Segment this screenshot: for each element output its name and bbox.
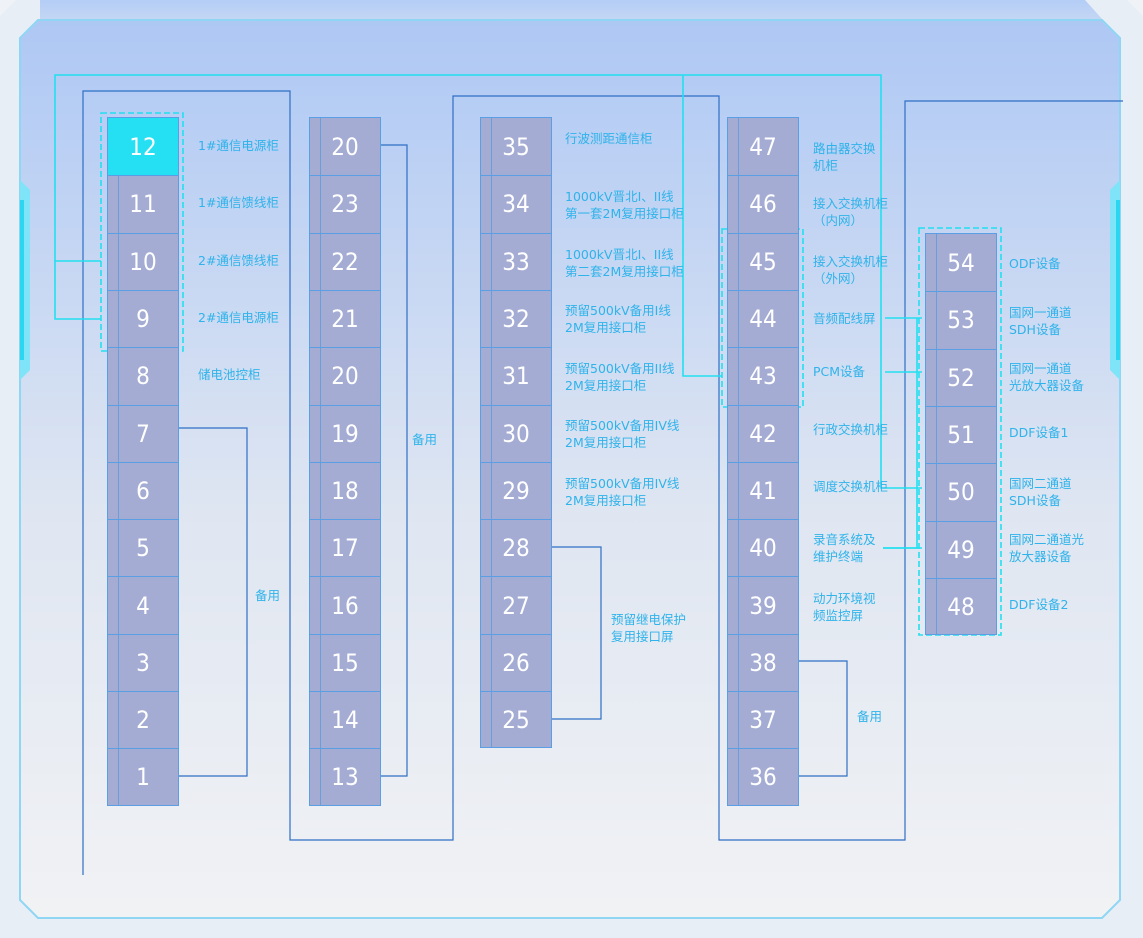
label-c4-3: 音频配线屏	[813, 311, 876, 326]
cabinet-cell-50[interactable]: 50	[926, 463, 996, 520]
label-c4-6: 调度交换机柜	[813, 479, 889, 494]
cabinet-cell-54[interactable]: 54	[926, 234, 996, 291]
cabinet-cell-3[interactable]: 3	[108, 633, 178, 691]
cabinet-cell-6[interactable]: 6	[108, 461, 178, 519]
label-c5-1: 国网一通道 SDH设备	[1009, 305, 1072, 337]
label-c3-group: 预留继电保护 复用接口屏	[611, 612, 687, 644]
cabinet-cell-40[interactable]: 40	[728, 519, 798, 576]
label-c5-3: DDF设备1	[1009, 425, 1069, 440]
cabinet-cell-52[interactable]: 52	[926, 348, 996, 406]
cabinet-column-c4: 47 46 45 44 43 42 41 40 39 38 37 36	[727, 117, 799, 806]
cabinet-cell-51[interactable]: 51	[926, 405, 996, 463]
cabinet-cell-44[interactable]: 44	[728, 289, 798, 347]
cabinet-cell-9[interactable]: 9	[108, 289, 178, 347]
label-c5-0: ODF设备	[1009, 256, 1061, 271]
cabinet-cell-31[interactable]: 31	[481, 347, 551, 404]
cabinet-cell-28[interactable]: 28	[481, 519, 551, 576]
label-c5-4: 国网二通道 SDH设备	[1009, 476, 1072, 508]
label-c5-6: DDF设备2	[1009, 597, 1069, 612]
cabinet-cell-17[interactable]: 17	[310, 519, 380, 576]
cabinet-cell-19[interactable]: 19	[310, 404, 380, 462]
cabinet-cell-36[interactable]: 36	[728, 748, 798, 805]
label-c3-1: 1000kV晋北I、II线 第一套2M复用接口柜	[565, 189, 684, 221]
cabinet-cell-43[interactable]: 43	[728, 347, 798, 404]
cabinet-cell-37[interactable]: 37	[728, 691, 798, 748]
cabinet-cell-2[interactable]: 2	[108, 691, 178, 748]
cabinet-cell-49[interactable]: 49	[926, 520, 996, 578]
cabinet-cell-29[interactable]: 29	[481, 461, 551, 519]
cabinet-cell-38[interactable]: 38	[728, 633, 798, 691]
label-c2-spare: 备用	[412, 432, 438, 447]
cabinet-cell-20[interactable]: 20	[310, 118, 380, 175]
cabinet-cell-53[interactable]: 53	[926, 291, 996, 348]
cabinet-cell-35[interactable]: 35	[481, 118, 551, 175]
cabinet-cell-25[interactable]: 25	[481, 691, 551, 748]
cabinet-layout-diagram: 12 11 10 9 8 7 6 5 4 3 2 1 20 23 22 21 20 19 18 17 16 15 14 13 3…	[0, 0, 1143, 938]
cabinet-cell-39[interactable]: 39	[728, 576, 798, 633]
label-c4-7: 录音系统及 维护终端	[813, 532, 876, 564]
cabinet-cell-13[interactable]: 13	[310, 748, 380, 805]
cabinet-cell-33[interactable]: 33	[481, 232, 551, 290]
cabinet-cell-11[interactable]: 11	[108, 175, 178, 232]
cabinet-cell-32[interactable]: 32	[481, 289, 551, 347]
cabinet-cell-10[interactable]: 10	[108, 232, 178, 290]
cabinet-cell-42[interactable]: 42	[728, 404, 798, 462]
cabinet-cell-26[interactable]: 26	[481, 633, 551, 691]
cabinet-column-c1: 12 11 10 9 8 7 6 5 4 3 2 1	[107, 117, 179, 806]
cabinet-cell-7[interactable]: 7	[108, 404, 178, 462]
label-c1-2: 2#通信馈线柜	[198, 252, 279, 268]
label-c1-1: 1#通信馈线柜	[198, 195, 279, 211]
cabinet-cell-12[interactable]: 12	[108, 118, 178, 176]
cabinet-column-c3: 35 34 33 32 31 30 29 28 27 26 25	[480, 117, 552, 749]
label-c3-4: 预留500kV备用II线 2M复用接口柜	[565, 361, 675, 393]
label-c1-4: 储电池控柜	[198, 367, 261, 383]
cabinet-cell-20[interactable]: 20	[310, 347, 380, 404]
label-c3-2: 1000kV晋北I、II线 第二套2M复用接口柜	[565, 247, 684, 279]
cabinet-cell-16[interactable]: 16	[310, 576, 380, 633]
cabinet-cell-46[interactable]: 46	[728, 175, 798, 232]
label-c3-5: 预留500kV备用IV线 2M复用接口柜	[565, 418, 680, 450]
cabinet-cell-15[interactable]: 15	[310, 633, 380, 691]
cabinet-cell-18[interactable]: 18	[310, 461, 380, 519]
label-c3-3: 预留500kV备用I线 2M复用接口柜	[565, 303, 671, 335]
cabinet-cell-30[interactable]: 30	[481, 404, 551, 462]
cabinet-cell-4[interactable]: 4	[108, 576, 178, 633]
cabinet-cell-45[interactable]: 45	[728, 232, 798, 290]
cabinet-cell-47[interactable]: 47	[728, 118, 798, 175]
cabinet-cell-48[interactable]: 48	[926, 577, 996, 635]
cabinet-cell-21[interactable]: 21	[310, 289, 380, 347]
cabinet-column-c2: 20 23 22 21 20 19 18 17 16 15 14 13	[309, 117, 381, 806]
label-c1-3: 2#通信电源柜	[198, 309, 279, 325]
cabinet-cell-34[interactable]: 34	[481, 175, 551, 232]
cabinet-cell-27[interactable]: 27	[481, 576, 551, 633]
cabinet-cell-8[interactable]: 8	[108, 347, 178, 404]
label-c4-2: 接入交换机柜 （外网）	[813, 254, 889, 286]
label-c4-1: 接入交换机柜 （内网）	[813, 196, 889, 228]
label-c1-0: 1#通信电源柜	[198, 138, 279, 153]
label-c4-8: 动力环境视 频监控屏	[813, 591, 876, 623]
label-c5-2: 国网一通道 光放大器设备	[1009, 361, 1085, 393]
label-c3-6: 预留500kV备用IV线 2M复用接口柜	[565, 476, 680, 508]
label-c4-4: PCM设备	[813, 364, 866, 379]
cabinet-cell-14[interactable]: 14	[310, 691, 380, 748]
cabinet-cell-1[interactable]: 1	[108, 748, 178, 805]
cabinet-cell-41[interactable]: 41	[728, 461, 798, 519]
label-c4-spare: 备用	[857, 709, 883, 724]
cabinet-cell-23[interactable]: 23	[310, 175, 380, 232]
cabinet-cell-22[interactable]: 22	[310, 232, 380, 290]
label-c5-5: 国网二通道光 放大器设备	[1009, 532, 1085, 564]
label-c1-spare: 备用	[255, 588, 281, 603]
label-c3-0: 行波测距通信柜	[565, 131, 653, 146]
label-c4-5: 行政交换机柜	[813, 422, 889, 437]
cabinet-cell-5[interactable]: 5	[108, 519, 178, 576]
cabinet-column-c5: 54 53 52 51 50 49 48	[925, 233, 997, 636]
label-c4-0: 路由器交换 机柜	[813, 141, 876, 173]
